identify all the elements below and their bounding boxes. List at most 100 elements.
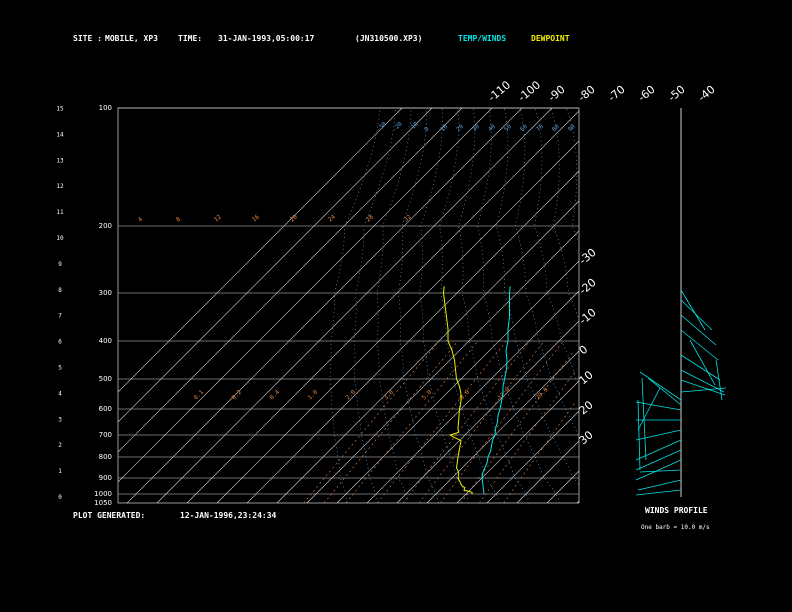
isotherm-line: [126, 107, 523, 504]
dry-adiabat-line: [477, 107, 561, 504]
top-temperature-label: -60: [636, 83, 658, 105]
pressure-tick-label: 800: [99, 453, 112, 461]
wind-profile-panel: [635, 108, 727, 497]
pressure-tick-label: 100: [99, 104, 112, 112]
right-temperature-label: 30: [577, 428, 596, 447]
dry-adiabat-line: [439, 107, 500, 504]
mixing-ratio-labels: 4 8 12 16 20 24 28 320.1 0.2 0.4 1.0 2.0 3.0 5.0 8.0 12…: [137, 213, 550, 401]
height-tick-label: 14: [56, 131, 64, 138]
isotherm-line: [117, 107, 403, 393]
dewpoint-legend: DEWPOINT: [531, 34, 570, 43]
adiabat-label: 90: [567, 123, 577, 133]
height-axis: 0123456789101112131415: [56, 106, 64, 502]
wind-barb: [635, 429, 682, 441]
mixing-ratio-label: 3.0: [382, 389, 395, 402]
wind-barb: [637, 399, 641, 471]
mixing-ratio-label: 4: [137, 216, 145, 224]
isotherm-line: [156, 107, 553, 504]
adiabat-label: 70: [535, 123, 545, 133]
pressure-tick-label: 300: [99, 289, 112, 297]
wind-barb: [715, 359, 723, 401]
mixing-ratio-line: [402, 340, 530, 504]
time-value: 31-JAN-1993,05:00:17: [218, 34, 315, 43]
right-temperature-label: -10: [577, 306, 599, 328]
wind-barb: [689, 339, 716, 386]
top-temperature-label: -50: [666, 83, 688, 105]
top-temperature-label: -110: [486, 78, 513, 104]
skew-t-chart: SITE : MOBILE, XP3 TIME: 31-JAN-1993,05:…: [56, 34, 727, 531]
top-temperature-label: -40: [696, 83, 718, 105]
height-tick-label: 4: [58, 390, 62, 397]
mixing-ratio-label: 2.0: [344, 389, 357, 402]
right-temperature-label: -20: [577, 276, 599, 298]
adiabat-label: 30: [471, 123, 481, 133]
mixing-ratio-label: 8: [175, 216, 183, 224]
height-tick-label: 1: [58, 468, 62, 475]
dry-adiabat-line: [458, 107, 531, 504]
wind-barb: [635, 401, 682, 411]
top-temperature-label: -90: [546, 83, 568, 105]
height-tick-label: 9: [58, 261, 62, 268]
isotherm-line: [306, 230, 580, 504]
site-value: MOBILE, XP3: [105, 34, 158, 43]
mixing-ratio-line: [377, 340, 507, 504]
wind-barb: [639, 371, 682, 401]
pressure-tick-label: 900: [99, 474, 112, 482]
mixing-ratio-label: 0.1: [192, 389, 205, 402]
isotherm-line: [426, 350, 580, 504]
right-temperature-labels: -30 -20 -10 0 10 20 30: [577, 246, 599, 448]
top-temperature-label: -100: [516, 78, 543, 104]
pressure-tick-label: 400: [99, 337, 112, 345]
mixing-ratio-label: 20.0: [534, 386, 549, 401]
mixing-ratio-label: 20: [289, 213, 299, 223]
mixing-ratio-line: [503, 401, 577, 504]
pressure-tick-label: 600: [99, 405, 112, 413]
adiabat-labels: -30 -20 -10 0 10 20 30 40 50 60 70 80 90: [375, 120, 577, 133]
adiabat-label: 40: [487, 123, 497, 133]
pressure-tick-label: 700: [99, 431, 112, 439]
height-tick-label: 12: [56, 183, 64, 190]
mixing-ratio-label: 0.4: [268, 389, 281, 402]
generated-label: PLOT GENERATED:: [73, 511, 145, 520]
mixing-ratio-label: 1.0: [306, 389, 319, 402]
mixing-ratio-label: 5.0: [420, 389, 433, 402]
top-temperature-label: -80: [576, 83, 598, 105]
isotherm-line: [216, 140, 580, 504]
height-tick-label: 10: [56, 235, 64, 242]
height-tick-label: 8: [58, 287, 62, 294]
right-temperature-label: 20: [577, 398, 596, 417]
wind-barb: [680, 329, 719, 361]
adiabat-label: -30: [375, 120, 388, 133]
mixing-ratio-label: 12.0: [496, 386, 511, 401]
pressure-axis: 100 200 300 400 500 600 700 800 900 10001050: [94, 104, 112, 507]
wind-barb: [639, 469, 682, 473]
isotherm-line: [546, 470, 580, 504]
dewpoint-trace: [442, 286, 473, 495]
adiabat-label: 10: [439, 123, 449, 133]
top-temperature-label: -70: [606, 83, 628, 105]
mixing-ratio-line: [303, 340, 440, 504]
right-temperature-label: -30: [577, 246, 599, 268]
top-temperature-labels: -110 -100 -90 -80 -70 -60 -50 -40: [486, 78, 718, 104]
mixing-ratio-label: 12: [213, 213, 223, 223]
adiabat-label: 80: [551, 123, 561, 133]
adiabat-label: 0: [423, 125, 431, 133]
adiabat-label: 50: [503, 123, 513, 133]
pressure-tick-label: 500: [99, 375, 112, 383]
height-tick-label: 13: [56, 157, 64, 164]
wind-barb: [680, 289, 706, 331]
right-temperature-label: 10: [577, 368, 596, 387]
wind-barb: [680, 379, 726, 396]
generated-value: 12-JAN-1996,23:24:34: [180, 511, 277, 520]
isotherm-line: [276, 200, 580, 504]
dry-adiabat-line: [496, 107, 579, 485]
sounding-traces: [442, 286, 511, 495]
dry-adiabat-line: [353, 107, 396, 504]
height-tick-label: 7: [58, 313, 62, 320]
wind-barb: [641, 377, 647, 461]
isotherm-line: [366, 290, 580, 504]
pressure-tick-label: 1050: [94, 499, 112, 507]
wind-barb: [637, 387, 661, 431]
isotherm-line: [117, 107, 433, 423]
mixing-ratio-label: 24: [327, 213, 337, 223]
